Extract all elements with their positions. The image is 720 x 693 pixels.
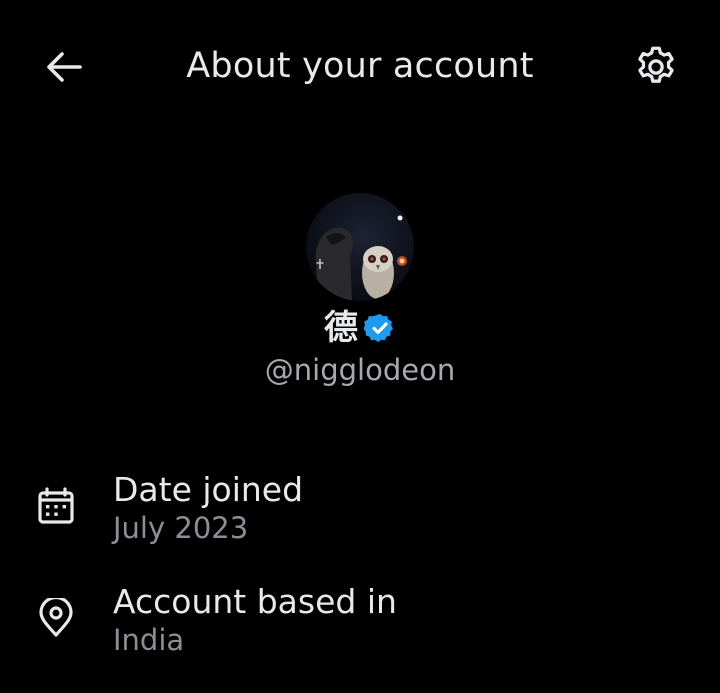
account-based-in-value: India: [113, 623, 185, 657]
date-joined-label: Date joined: [113, 470, 304, 509]
page-title: About your account: [186, 46, 534, 86]
avatar[interactable]: [306, 193, 414, 301]
username-handle: @nigglodeon: [264, 353, 456, 387]
date-joined-row: Date joined July 2023: [0, 466, 720, 556]
location-pin-icon: [34, 596, 78, 640]
name-row: 德: [0, 304, 720, 352]
account-based-in-row: Account based in India: [0, 578, 720, 668]
gear-icon: [638, 46, 674, 83]
calendar-icon: [34, 484, 78, 528]
display-name: 德: [324, 308, 358, 348]
settings-button[interactable]: [628, 39, 684, 95]
account-based-in-label: Account based in: [113, 582, 397, 621]
avatar-image: [306, 193, 414, 301]
verified-badge-icon: [364, 312, 396, 344]
top-app-bar: About your account: [0, 0, 720, 130]
date-joined-value: July 2023: [113, 511, 249, 545]
